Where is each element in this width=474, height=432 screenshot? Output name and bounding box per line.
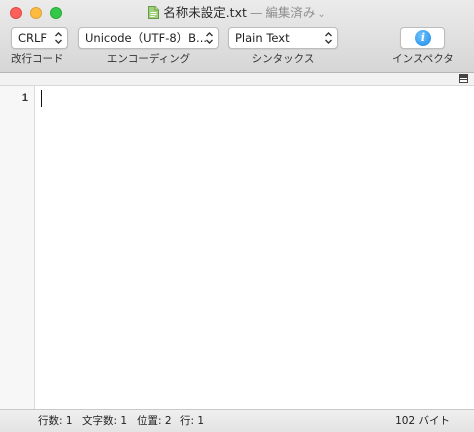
toolbar: 名称未設定.txt — 編集済み ⌄ CRLF Unicode（UTF-8）B... … (0, 0, 474, 73)
title-separator: — (249, 5, 263, 20)
encoding-value: Unicode（UTF-8）B... (85, 31, 208, 45)
syntax-label: シンタックス (251, 53, 315, 65)
cursor-location: 位置: 2 (137, 415, 172, 427)
encoding-popup[interactable]: Unicode（UTF-8）B... (78, 27, 219, 49)
char-count: 文字数: 1 (82, 415, 128, 427)
text-editor[interactable] (35, 86, 474, 409)
chevron-down-icon[interactable]: ⌄ (317, 9, 325, 20)
text-cursor (41, 90, 42, 107)
edited-state[interactable]: 編集済み (265, 5, 315, 20)
up-down-chevron-icon (55, 32, 62, 44)
line-ending-popup[interactable]: CRLF (11, 27, 68, 49)
up-down-chevron-icon (325, 32, 332, 44)
info-icon: i (415, 30, 431, 46)
line-number-gutter: 1 (0, 86, 35, 409)
syntax-value: Plain Text (235, 31, 290, 45)
inspector-label: インスペクタ (392, 53, 454, 65)
line-ending-label: 改行コード (11, 53, 64, 65)
inspector-button[interactable]: i (400, 27, 445, 49)
editor-window: 名称未設定.txt — 編集済み ⌄ CRLF Unicode（UTF-8）B... … (0, 0, 474, 432)
line-count: 行数: 1 (38, 415, 73, 427)
up-down-chevron-icon (206, 32, 213, 44)
line-ending-value: CRLF (18, 31, 48, 45)
encoding-label: エンコーディング (106, 53, 191, 65)
file-size: 102 バイト (395, 415, 450, 427)
current-line: 行: 1 (180, 415, 205, 427)
document-name: 名称未設定.txt (163, 5, 247, 20)
status-bar: 行数: 1 文字数: 1 位置: 2 行: 1 102 バイト (0, 409, 474, 432)
line-number: 1 (21, 92, 28, 104)
syntax-popup[interactable]: Plain Text (228, 27, 338, 49)
text-document-icon (148, 6, 160, 19)
window-title: 名称未設定.txt — 編集済み ⌄ (0, 4, 474, 22)
split-editor-icon[interactable] (459, 74, 468, 83)
navigation-bar (0, 73, 474, 86)
